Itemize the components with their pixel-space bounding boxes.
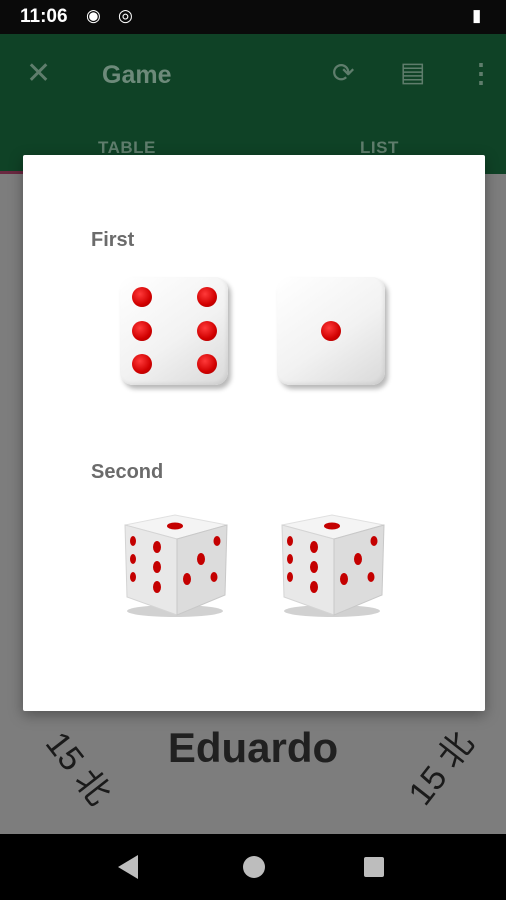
- rotate-icon[interactable]: ⟳: [332, 58, 355, 89]
- back-icon[interactable]: [118, 855, 138, 879]
- second-die-2: [276, 511, 388, 621]
- die-pip: [132, 354, 152, 374]
- die-pip: [132, 321, 152, 341]
- status-bar: 11:06 ◉ ◎ ▮: [0, 0, 506, 34]
- recents-icon[interactable]: [364, 857, 384, 877]
- first-die-1: [120, 277, 228, 385]
- page-title: Game: [102, 61, 172, 89]
- close-icon[interactable]: ✕: [26, 56, 51, 91]
- status-time: 11:06: [20, 6, 68, 27]
- die-3d-graphic: [281, 514, 385, 617]
- first-die-2: [277, 277, 385, 385]
- die-pip: [197, 321, 217, 341]
- history-icon[interactable]: ▤: [400, 57, 426, 88]
- die-3d-graphic: [124, 514, 228, 617]
- navigation-bar: [0, 834, 506, 900]
- pocket-cast-icon: ◉: [86, 6, 101, 25]
- die-pip: [197, 354, 217, 374]
- die-pip: [197, 287, 217, 307]
- second-die-1: [119, 511, 231, 621]
- first-roll-label: First: [91, 229, 135, 251]
- die-pip: [132, 287, 152, 307]
- target-icon: ◎: [118, 6, 133, 25]
- second-roll-label: Second: [91, 461, 164, 483]
- app-bar: ✕ Game ⟳ ▤ ⋮ TABLE LIST: [0, 34, 506, 174]
- more-vert-icon[interactable]: ⋮: [468, 58, 494, 89]
- battery-charging-icon: ▮: [472, 6, 482, 25]
- home-icon[interactable]: [243, 856, 265, 878]
- die-pip: [321, 321, 341, 341]
- dice-dialog: First Second: [23, 155, 485, 711]
